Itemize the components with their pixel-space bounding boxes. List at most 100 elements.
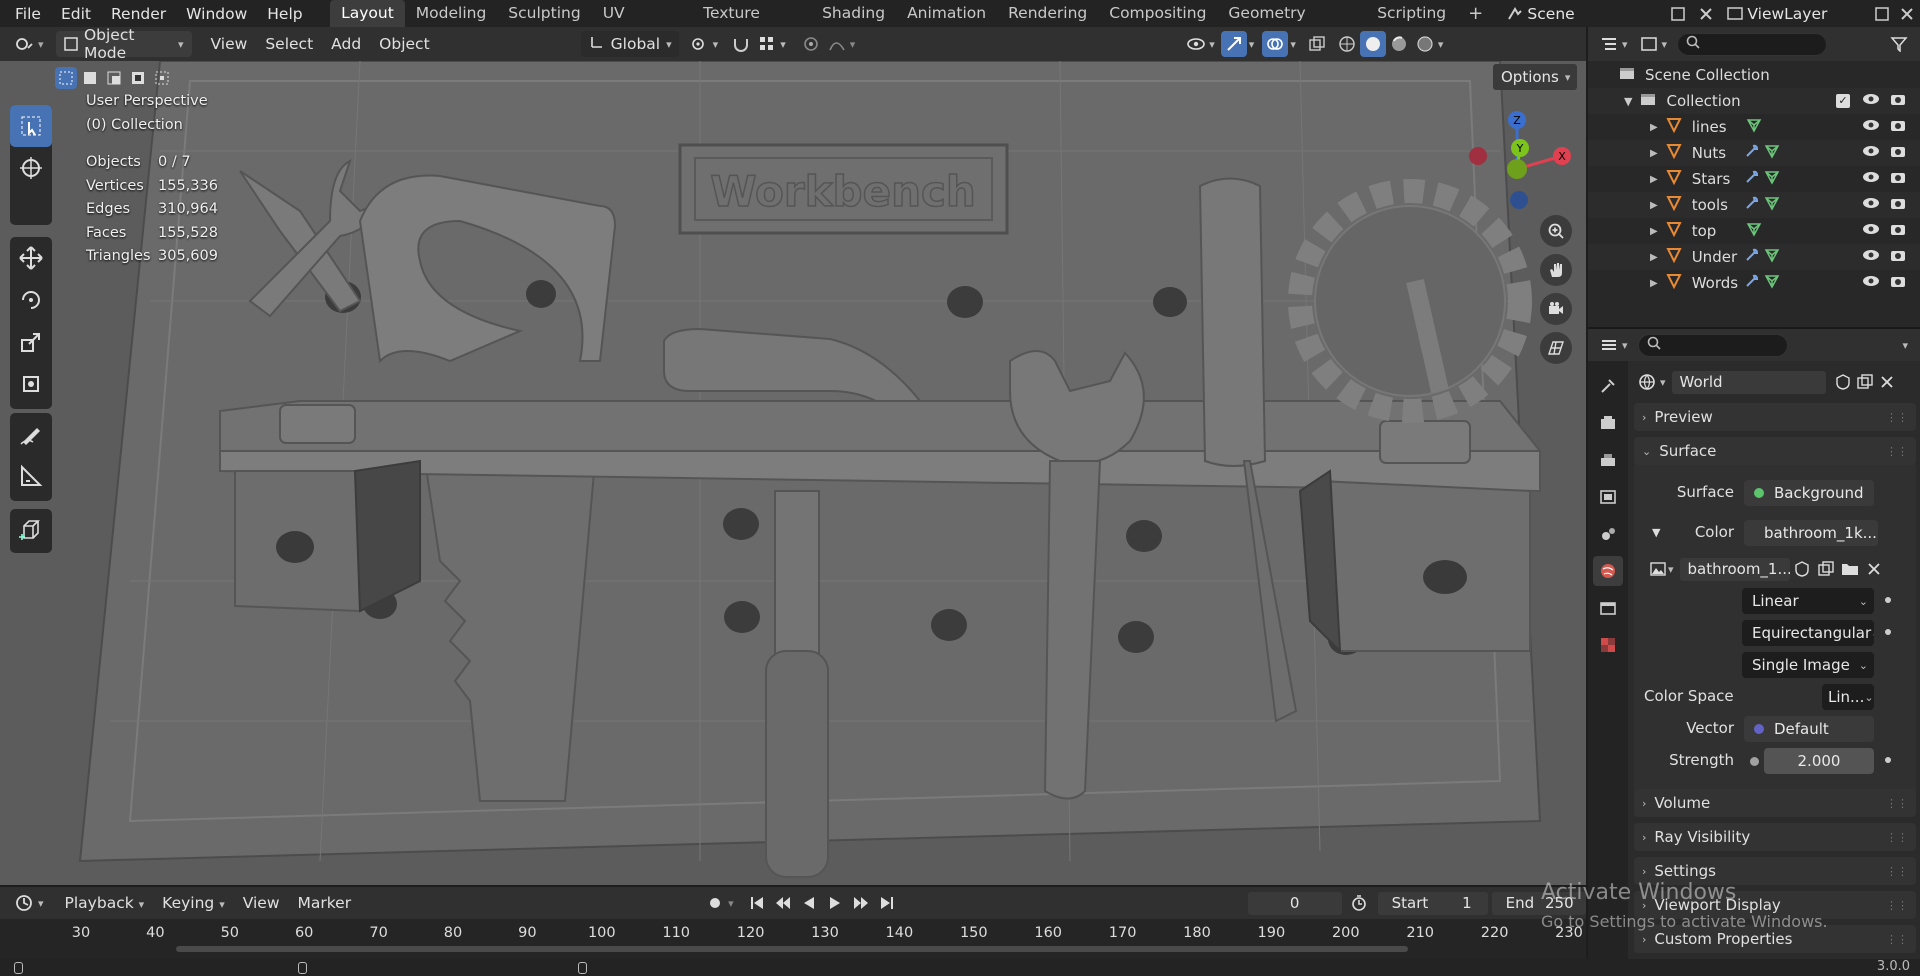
- keyframe-dot-icon[interactable]: [1885, 597, 1891, 603]
- current-frame-field[interactable]: 0: [1247, 891, 1342, 915]
- tab-rendering[interactable]: Rendering: [997, 0, 1098, 27]
- gizmo-toggle-icon[interactable]: [1220, 31, 1247, 57]
- color-expand-arrow-icon[interactable]: ▼: [1652, 526, 1660, 539]
- scale-tool[interactable]: [10, 321, 52, 363]
- scene-name[interactable]: Scene: [1527, 5, 1643, 23]
- expand-arrow-icon[interactable]: ▶: [1650, 200, 1658, 211]
- image-icon[interactable]: [1648, 556, 1668, 582]
- view-layer-tab-icon[interactable]: [1593, 482, 1623, 512]
- start-frame-field[interactable]: Start 1: [1377, 891, 1488, 915]
- keyframe-dot-icon[interactable]: [1885, 629, 1891, 635]
- world-tab-icon[interactable]: [1593, 556, 1623, 586]
- rotate-tool[interactable]: [10, 279, 52, 321]
- tool-tab-icon[interactable]: [1593, 371, 1623, 401]
- camera-render-icon[interactable]: [1890, 248, 1906, 266]
- delete-view-layer-icon[interactable]: [1895, 1, 1920, 27]
- mode-dropdown[interactable]: Object Mode ▾: [55, 26, 192, 62]
- drag-grip-icon[interactable]: ⋮⋮: [1886, 899, 1908, 912]
- tab-compositing[interactable]: Compositing: [1098, 0, 1217, 27]
- camera-render-icon[interactable]: [1890, 274, 1906, 292]
- tab-layout[interactable]: Layout: [330, 0, 405, 27]
- outliner-editor-icon[interactable]: [1596, 31, 1622, 57]
- proportional-editing-icon[interactable]: [798, 31, 824, 57]
- mesh-data-icon[interactable]: [1746, 117, 1762, 137]
- duplicate-image-icon[interactable]: [1814, 556, 1838, 582]
- vector-input-field[interactable]: Default: [1744, 716, 1874, 742]
- move-tool[interactable]: [10, 237, 52, 279]
- tab-sculpting[interactable]: Sculpting: [497, 0, 591, 27]
- outliner-item-top[interactable]: ▶ top: [1588, 218, 1920, 244]
- delete-scene-icon[interactable]: [1693, 1, 1718, 27]
- viewport-menu-object[interactable]: Object: [370, 35, 438, 53]
- exclude-checkbox[interactable]: ✓: [1836, 94, 1850, 108]
- interpolation-dropdown[interactable]: Linear ⌄: [1742, 588, 1874, 614]
- mesh-data-icon[interactable]: [1764, 143, 1780, 163]
- orientation-dropdown[interactable]: Global ▾: [580, 31, 679, 57]
- drag-grip-icon[interactable]: ⋮⋮: [1886, 797, 1908, 810]
- select-new-icon[interactable]: [55, 67, 77, 89]
- drag-grip-icon[interactable]: ⋮⋮: [1886, 933, 1908, 946]
- modifier-wrench-icon[interactable]: [1744, 195, 1760, 215]
- outliner-item-stars[interactable]: ▶ Stars: [1588, 166, 1920, 192]
- modifier-wrench-icon[interactable]: [1744, 143, 1760, 163]
- camera-render-icon[interactable]: [1890, 196, 1906, 214]
- unlink-icon[interactable]: [1876, 369, 1898, 395]
- mesh-data-icon[interactable]: [1764, 273, 1780, 293]
- outliner-item-under[interactable]: ▶ Under: [1588, 244, 1920, 270]
- viewport-menu-add[interactable]: Add: [322, 35, 370, 53]
- drag-grip-icon[interactable]: ⋮⋮: [1886, 831, 1908, 844]
- shading-rendered-icon[interactable]: [1412, 31, 1438, 57]
- outliner-item-words[interactable]: ▶ Words: [1588, 270, 1920, 296]
- outliner-item-nuts[interactable]: ▶ Nuts: [1588, 140, 1920, 166]
- mesh-data-icon[interactable]: [1764, 169, 1780, 189]
- camera-render-icon[interactable]: [1890, 144, 1906, 162]
- menu-render[interactable]: Render: [101, 5, 176, 23]
- expand-arrow-icon[interactable]: ▶: [1650, 226, 1658, 237]
- projection-dropdown[interactable]: Equirectangular ⌄: [1742, 620, 1874, 646]
- visibility-icon[interactable]: [1183, 31, 1209, 57]
- tab-texture-paint[interactable]: Texture Paint: [692, 0, 811, 49]
- chevron-down-icon[interactable]: ▾: [1902, 339, 1908, 352]
- outliner-search-input[interactable]: [1677, 32, 1828, 56]
- prev-keyframe-icon[interactable]: [770, 890, 796, 916]
- eye-icon[interactable]: [1862, 144, 1880, 162]
- mesh-data-icon[interactable]: [1746, 221, 1762, 241]
- snap-increment-icon[interactable]: [754, 31, 780, 57]
- world-icon[interactable]: [1634, 369, 1660, 395]
- shading-material-icon[interactable]: [1386, 31, 1412, 57]
- camera-render-icon[interactable]: [1890, 222, 1906, 240]
- tab-geometry-nodes[interactable]: Geometry Nodes: [1217, 0, 1366, 49]
- open-folder-icon[interactable]: [1838, 556, 1862, 582]
- cursor-tool[interactable]: [10, 147, 52, 189]
- modifier-wrench-icon[interactable]: [1744, 273, 1760, 293]
- menu-help[interactable]: Help: [257, 5, 312, 23]
- menu-edit[interactable]: Edit: [51, 5, 101, 23]
- render-tab-icon[interactable]: [1593, 408, 1623, 438]
- eye-icon[interactable]: [1862, 92, 1880, 110]
- menu-file[interactable]: File: [0, 5, 51, 23]
- outliner-scene-collection[interactable]: Scene Collection: [1588, 62, 1920, 88]
- editor-type-icon[interactable]: [12, 31, 38, 57]
- scene-tab-icon[interactable]: [1593, 519, 1623, 549]
- timeline-ruler[interactable]: 30 40 50 60 70 80 90 100 110 120 130 140 150 160 170 18…: [0, 919, 1586, 959]
- stopwatch-icon[interactable]: [1346, 890, 1372, 916]
- next-keyframe-icon[interactable]: [848, 890, 874, 916]
- preview-panel-header[interactable]: › Preview ⋮⋮: [1634, 403, 1916, 431]
- drag-grip-icon[interactable]: ⋮⋮: [1886, 411, 1908, 424]
- options-dropdown[interactable]: Options ▾: [1493, 64, 1577, 90]
- expand-arrow-icon[interactable]: ▶: [1650, 122, 1658, 133]
- tab-shading[interactable]: Shading: [811, 0, 896, 27]
- display-mode-icon[interactable]: [1636, 31, 1662, 57]
- properties-search-input[interactable]: [1637, 333, 1788, 357]
- tab-scripting[interactable]: Scripting: [1366, 0, 1457, 27]
- new-view-layer-icon[interactable]: [1870, 1, 1895, 27]
- texture-tab-icon[interactable]: [1593, 630, 1623, 660]
- timeline-menu-playback[interactable]: Playback ▾: [56, 894, 154, 912]
- camera-render-icon[interactable]: [1890, 92, 1906, 110]
- ortho-grid-icon[interactable]: [1540, 332, 1572, 364]
- ray-visibility-panel-header[interactable]: › Ray Visibility ⋮⋮: [1634, 823, 1916, 851]
- mesh-data-icon[interactable]: [1764, 247, 1780, 267]
- select-invert-icon[interactable]: [127, 67, 149, 89]
- expand-arrow-icon[interactable]: ▼: [1624, 95, 1632, 108]
- view-layer-icon[interactable]: [1722, 1, 1747, 27]
